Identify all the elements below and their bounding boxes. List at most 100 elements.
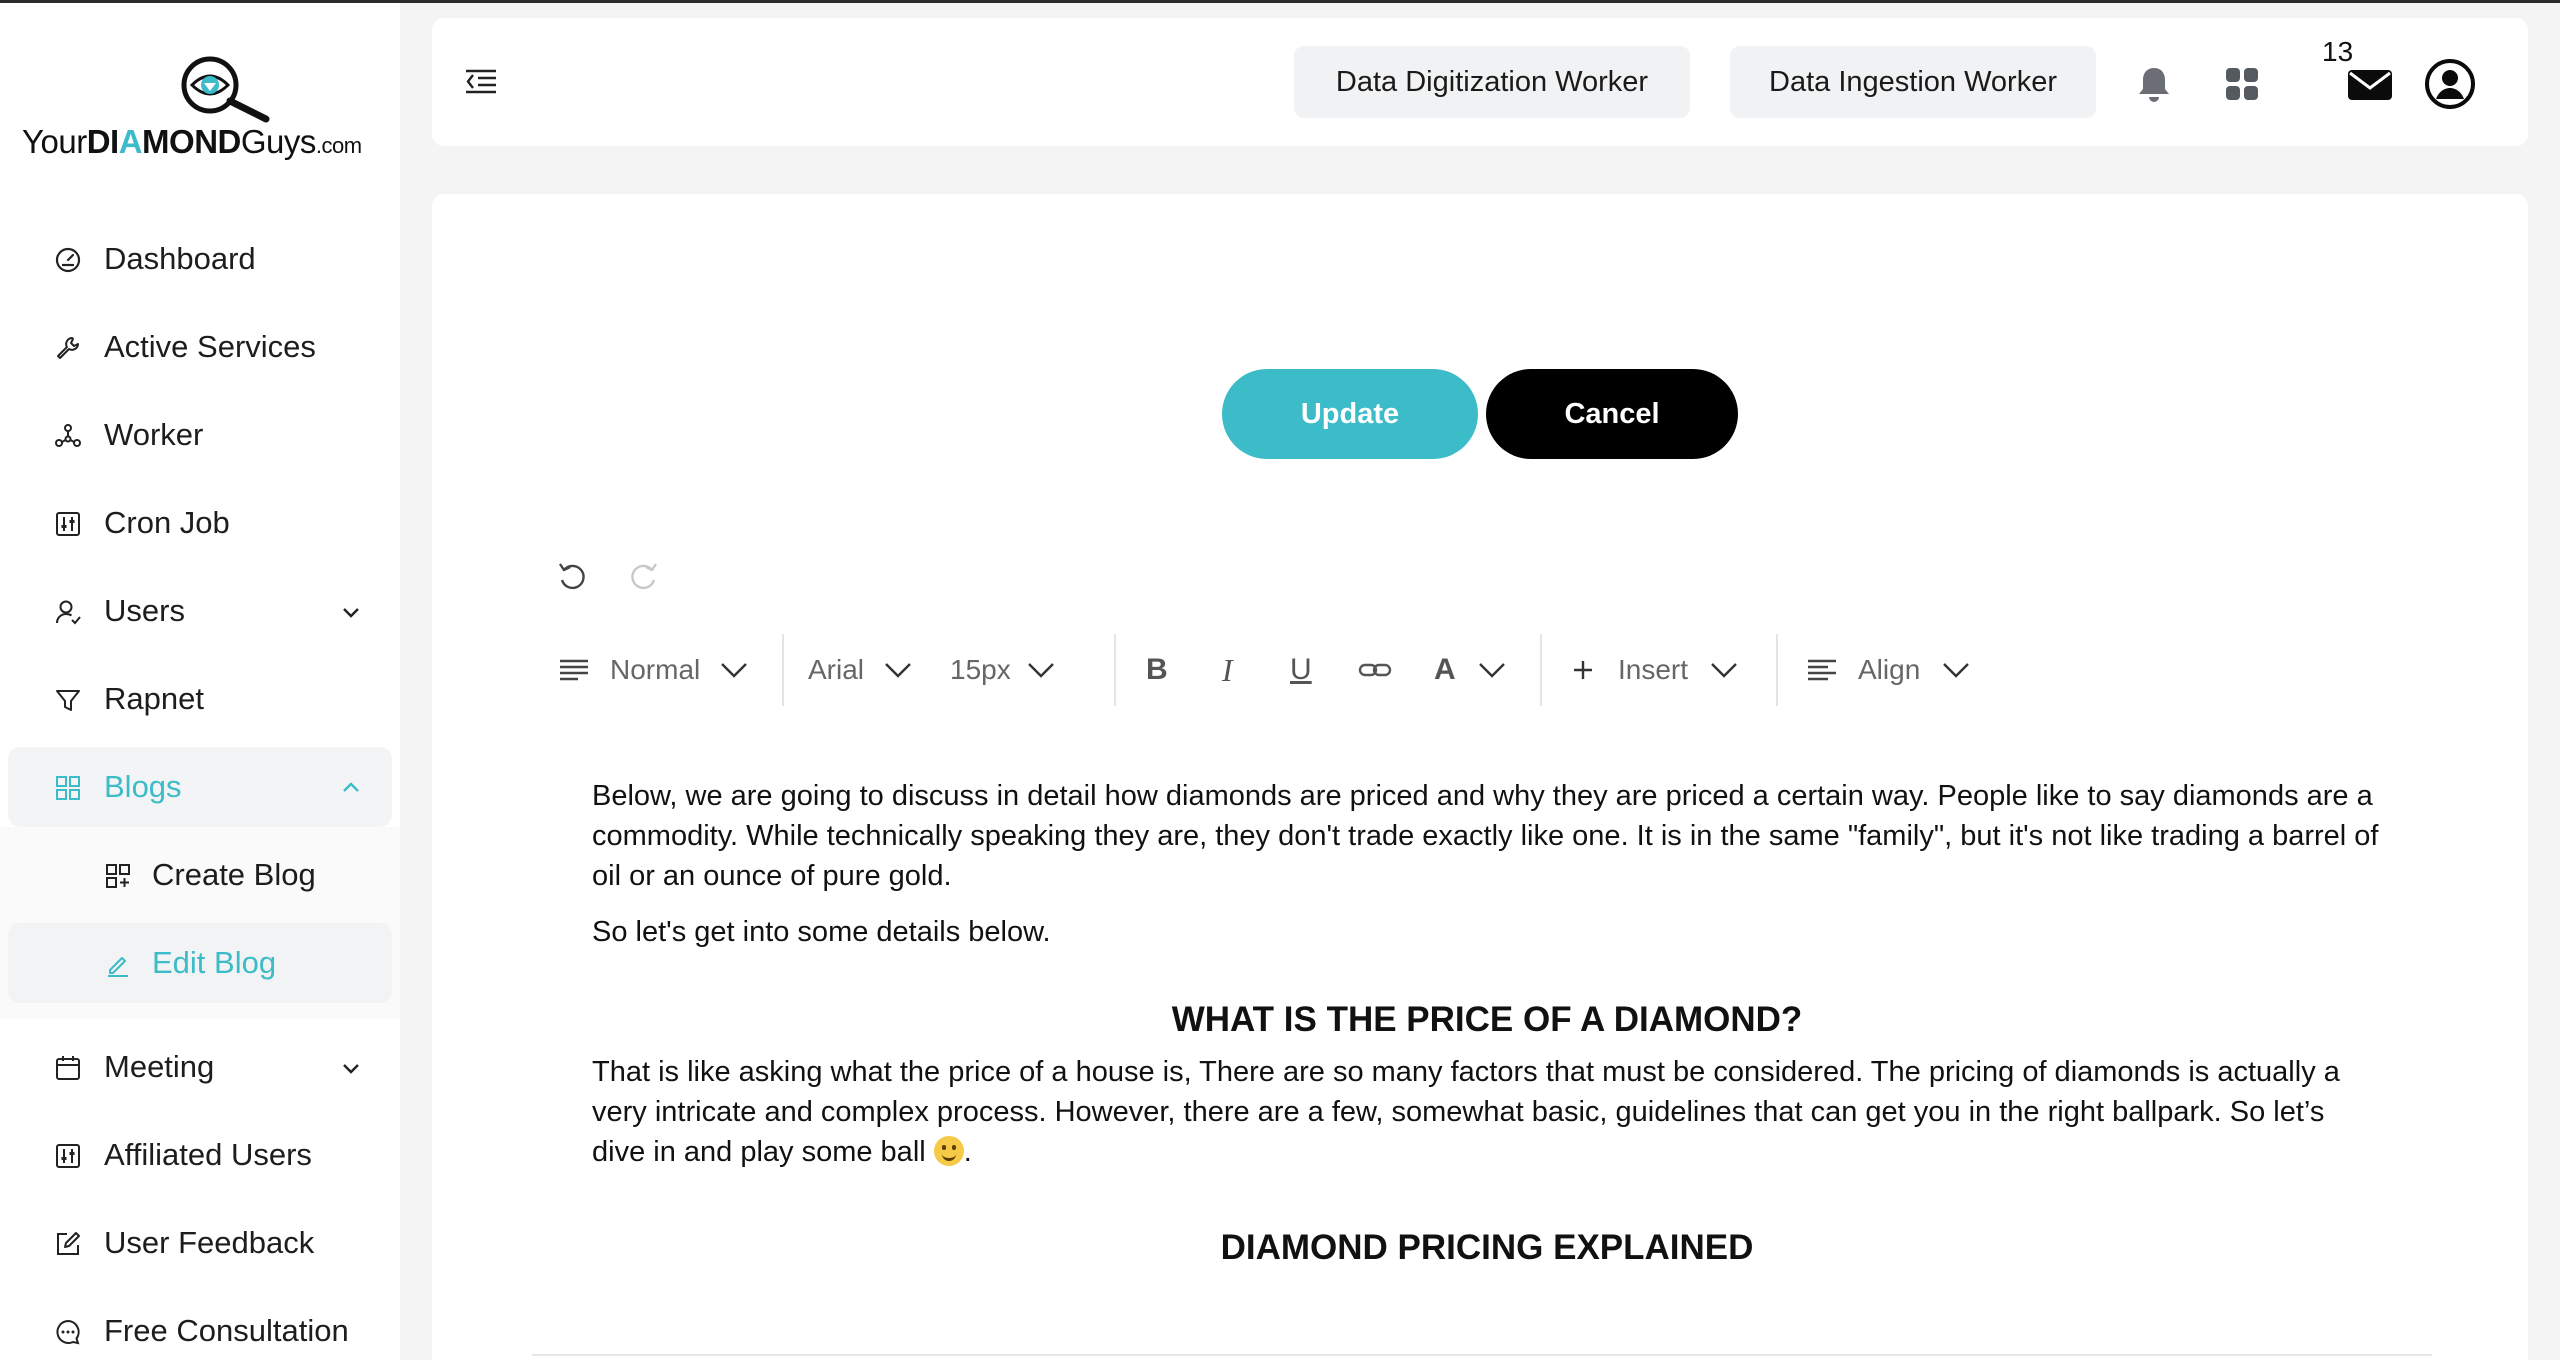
align-left-icon: [1808, 659, 1836, 681]
sidebar-item-rapnet[interactable]: Rapnet: [8, 659, 392, 739]
chevron-down-icon: [1711, 663, 1737, 678]
sidebar-item-label: Rapnet: [104, 681, 204, 716]
chevron-up-icon: [343, 782, 359, 792]
underline-button[interactable]: U: [1290, 634, 1318, 706]
chevron-down-icon: [343, 1064, 359, 1074]
pencil-icon: [108, 957, 128, 977]
sidebar-item-label: Users: [104, 593, 185, 628]
chevron-down-icon: [1027, 663, 1054, 678]
content-divider: [532, 1354, 2432, 1356]
sidebar-item-label: Active Services: [104, 329, 316, 364]
sidebar-item-label: Create Blog: [152, 857, 316, 892]
chevron-down-icon: [1943, 663, 1970, 678]
text-color-dropdown[interactable]: A: [1434, 634, 1524, 706]
sidebar-nav: Dashboard Active Services Worker Cron Jo…: [0, 219, 400, 1360]
user-icon: [56, 600, 81, 625]
sidebar-item-worker[interactable]: Worker: [8, 395, 392, 475]
link-button[interactable]: [1358, 634, 1394, 706]
heading-price-of-diamond: WHAT IS THE PRICE OF A DIAMOND?: [1171, 1000, 1803, 1039]
sidebar-item-affiliated-users[interactable]: Affiliated Users: [8, 1115, 392, 1195]
text-color-glyph: A: [1434, 653, 1456, 686]
sidebar-item-label: User Feedback: [104, 1225, 315, 1260]
block-format-dropdown[interactable]: Normal: [558, 634, 764, 706]
apps-grid-icon[interactable]: [2220, 62, 2264, 106]
mail-icon[interactable]: [2346, 62, 2394, 106]
insert-label: Insert: [1618, 654, 1689, 685]
sidebar-item-create-blog[interactable]: Create Blog: [8, 835, 392, 915]
data-ingestion-worker-button[interactable]: Data Ingestion Worker: [1730, 46, 2096, 118]
sliders-icon: [56, 1144, 80, 1168]
bold-button[interactable]: B: [1146, 634, 1176, 706]
menu-collapse-icon[interactable]: [464, 66, 498, 96]
font-family-value: Arial: [808, 654, 865, 685]
paragraph-lets-get-into: So let's get into some details below.: [592, 916, 1051, 948]
sidebar-item-label: Blogs: [104, 769, 182, 804]
sidebar-item-active-services[interactable]: Active Services: [8, 307, 392, 387]
sidebar-item-edit-blog[interactable]: Edit Blog: [8, 923, 392, 1003]
link-icon: [1358, 663, 1392, 677]
font-size-value: 15px: [950, 654, 1011, 685]
undo-icon[interactable]: [556, 560, 588, 592]
toolbar-divider: [782, 634, 784, 706]
font-size-dropdown[interactable]: 15px: [950, 634, 1070, 706]
data-digitization-worker-button[interactable]: Data Digitization Worker: [1294, 46, 1690, 118]
grid-icon: [56, 776, 80, 800]
chevron-down-icon: [343, 608, 359, 618]
blog-editor-card: Update Cancel Normal Arial 15px B I U A …: [432, 194, 2528, 1360]
toolbar-divider: [1540, 634, 1542, 706]
align-dropdown[interactable]: Align: [1806, 634, 2006, 706]
top-header: Data Digitization Worker Data Ingestion …: [432, 18, 2528, 146]
sidebar-item-label: Free Consultation: [104, 1313, 349, 1348]
insert-dropdown[interactable]: Insert: [1572, 634, 1772, 706]
chevron-down-icon: [721, 663, 748, 678]
chevron-down-icon: [885, 663, 911, 678]
sidebar-item-dashboard[interactable]: Dashboard: [8, 219, 392, 299]
paragraph-intro: Below, we are going to discuss in detail…: [592, 780, 2379, 892]
edit-icon: [57, 1232, 80, 1255]
sidebar-item-user-feedback[interactable]: User Feedback: [8, 1203, 392, 1283]
sliders-icon: [56, 512, 80, 536]
gauge-icon: [55, 247, 81, 273]
toolbar-divider: [1114, 634, 1116, 706]
sidebar-item-label: Edit Blog: [152, 945, 277, 980]
logo-wordmark: YourDIAMONDGuys.com: [22, 123, 362, 160]
calendar-icon: [56, 1056, 80, 1080]
font-family-dropdown[interactable]: Arial: [808, 634, 928, 706]
blogs-submenu: Create Blog Edit Blog: [0, 827, 400, 1019]
heading-pricing-explained: DIAMOND PRICING EXPLAINED: [1220, 1228, 1754, 1267]
brand-logo[interactable]: YourDIAMONDGuys.com: [22, 53, 382, 163]
sidebar: YourDIAMONDGuys.com Dashboard Active Ser…: [0, 3, 400, 1360]
network-icon: [55, 424, 81, 447]
sidebar-item-blogs[interactable]: Blogs: [8, 747, 392, 827]
paragraph-house-analogy: That is like asking what the price of a …: [592, 1056, 2340, 1168]
grid-plus-icon: [106, 864, 130, 888]
wrench-icon: [57, 337, 79, 359]
user-avatar-icon[interactable]: [2424, 58, 2476, 110]
sidebar-item-users[interactable]: Users: [8, 571, 392, 651]
sidebar-item-label: Affiliated Users: [104, 1137, 312, 1172]
update-button[interactable]: Update: [1222, 369, 1478, 459]
smiley-emoji-icon: [933, 1136, 964, 1166]
paragraph-icon: [560, 659, 588, 681]
cancel-button[interactable]: Cancel: [1486, 369, 1738, 459]
sidebar-item-label: Meeting: [104, 1049, 215, 1084]
italic-button[interactable]: I: [1222, 634, 1246, 706]
sidebar-item-label: Dashboard: [104, 241, 256, 276]
sidebar-item-meeting[interactable]: Meeting: [8, 1027, 392, 1107]
sidebar-item-free-consultation[interactable]: Free Consultation: [8, 1291, 392, 1360]
bell-icon[interactable]: [2132, 62, 2176, 106]
block-format-value: Normal: [610, 654, 701, 685]
sidebar-item-cron-job[interactable]: Cron Job: [8, 483, 392, 563]
sidebar-item-label: Cron Job: [104, 505, 230, 540]
diamond-magnifier-logo-icon: [181, 56, 270, 123]
align-label: Align: [1858, 654, 1921, 685]
sidebar-item-label: Worker: [104, 417, 204, 452]
chat-icon: [56, 1319, 80, 1345]
toolbar-divider: [1776, 634, 1778, 706]
editor-content[interactable]: Below, we are going to discuss in detail…: [592, 776, 2382, 1280]
redo-icon[interactable]: [628, 560, 660, 592]
editor-toolbar: Normal Arial 15px B I U A Insert Align: [558, 634, 1970, 706]
plus-icon: [1574, 661, 1592, 679]
filter-icon: [56, 690, 80, 711]
chevron-down-icon: [1478, 663, 1505, 678]
